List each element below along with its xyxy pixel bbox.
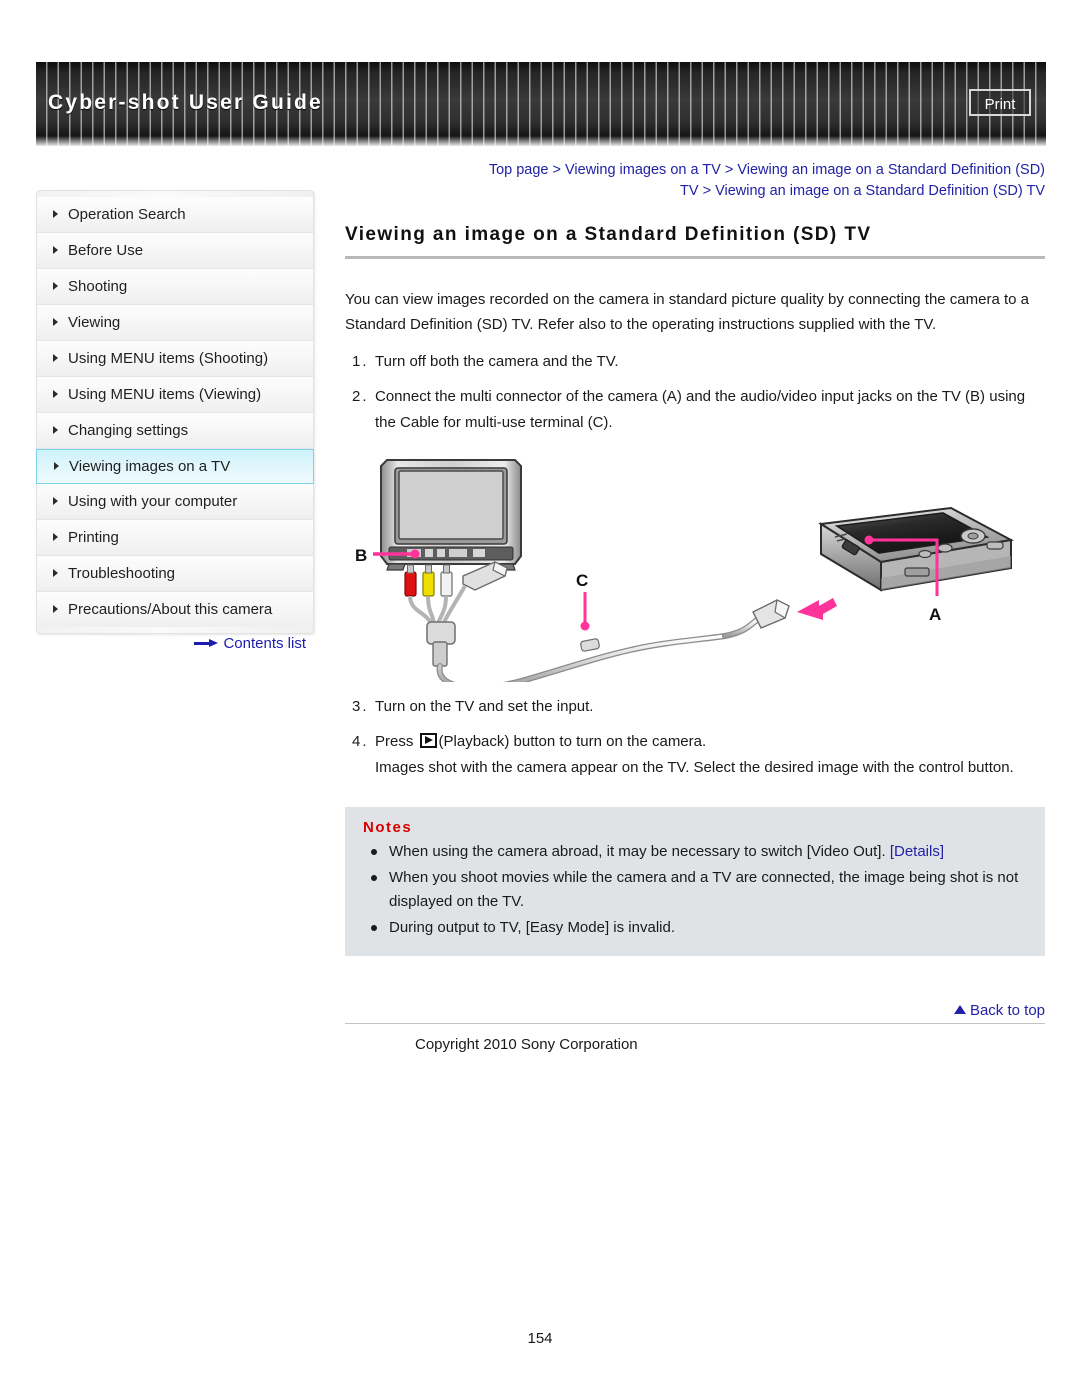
triangle-right-icon	[53, 354, 58, 363]
sidebar-item-label: Using MENU items (Shooting)	[68, 350, 269, 367]
playback-button-icon	[419, 732, 437, 748]
copyright-text: Copyright 2010 Sony Corporation	[415, 1036, 638, 1053]
bullet-dot-icon	[371, 875, 377, 881]
notes-title: Notes	[363, 819, 413, 836]
step-number: 3.	[352, 698, 369, 715]
label-a: A	[929, 605, 941, 624]
bullet-dot-icon	[371, 925, 377, 931]
triangle-right-icon	[53, 497, 58, 506]
step-item: 4. Press (Playback) button to turn on th…	[345, 729, 1045, 781]
sidebar-item-label: Changing settings	[68, 422, 189, 439]
triangle-right-icon	[53, 533, 58, 542]
page-header: Cyber-shot User Guide Print	[36, 62, 1046, 146]
camera-illustration	[797, 506, 1015, 620]
sidebar-item-label: Operation Search	[68, 206, 186, 223]
sidebar-item-label: Using with your computer	[68, 493, 238, 510]
sidebar-item-label: Using MENU items (Viewing)	[68, 386, 262, 403]
note-text: During output to TV, [Easy Mode] is inva…	[389, 919, 675, 936]
triangle-right-icon	[53, 569, 58, 578]
step-item: 3. Turn on the TV and set the input.	[345, 694, 1045, 720]
sidebar-item-precautions-about-this-camera[interactable]: Precautions/About this camera	[37, 592, 313, 627]
note-item: When you shoot movies while the camera a…	[363, 866, 1027, 914]
main-content: Top page > Viewing images on a TV > View…	[345, 160, 1045, 1053]
page-title: Viewing an image on a Standard Definitio…	[345, 224, 1045, 259]
sidebar-item-using-menu-items-shooting[interactable]: Using MENU items (Shooting)	[37, 341, 313, 377]
step-number: 4.	[352, 733, 369, 750]
steps-list-continued: 3. Turn on the TV and set the input. 4. …	[345, 694, 1045, 781]
app-title: Cyber-shot User Guide	[48, 91, 323, 114]
triangle-right-icon	[53, 210, 58, 219]
note-text: When you shoot movies while the camera a…	[389, 869, 1019, 910]
print-button[interactable]: Print	[969, 89, 1031, 116]
arrow-right-icon	[194, 638, 219, 648]
sidebar-item-printing[interactable]: Printing	[37, 520, 313, 556]
sidebar-item-shooting[interactable]: Shooting	[37, 269, 313, 305]
step-text: Press (Playback) button to turn on the c…	[375, 729, 1045, 781]
step-number: 1.	[352, 353, 369, 370]
av-cable	[436, 599, 790, 691]
page-number: 154	[527, 1330, 553, 1347]
sidebar-item-changing-settings[interactable]: Changing settings	[37, 413, 313, 449]
triangle-right-icon	[54, 462, 59, 471]
callout-c: C	[576, 571, 590, 631]
sidebar-item-using-with-your-computer[interactable]: Using with your computer	[37, 484, 313, 520]
triangle-right-icon	[53, 318, 58, 327]
contents-list-label: Contents list	[223, 635, 306, 652]
step4-detail: Images shot with the camera appear on th…	[375, 759, 1014, 776]
sidebar-item-label: Printing	[68, 529, 119, 546]
step-item: 1. Turn off both the camera and the TV.	[345, 349, 1045, 375]
contents-list-link[interactable]: Contents list	[36, 635, 314, 652]
step-text: Turn off both the camera and the TV.	[375, 353, 619, 370]
triangle-right-icon	[53, 282, 58, 291]
connection-diagram-svg: B C A	[355, 459, 1015, 691]
step-item: 2. Connect the multi connector of the ca…	[345, 384, 1045, 436]
sidebar-nav: Operation Search Before Use Shooting Vie…	[36, 190, 314, 634]
sidebar-item-troubleshooting[interactable]: Troubleshooting	[37, 556, 313, 592]
step-number: 2.	[352, 388, 369, 405]
connection-diagram: B C A	[345, 444, 1045, 691]
sidebar-item-label: Shooting	[68, 278, 128, 295]
sidebar-item-label: Before Use	[68, 242, 144, 259]
notes-box: Notes When using the camera abroad, it m…	[345, 807, 1045, 956]
sidebar-item-label: Precautions/About this camera	[68, 601, 273, 618]
details-link[interactable]: [Details]	[890, 843, 944, 860]
footer-divider	[345, 1023, 1045, 1024]
back-to-top-link[interactable]: Back to top	[345, 1002, 1045, 1019]
triangle-right-icon	[53, 426, 58, 435]
step-text: Connect the multi connector of the camer…	[375, 388, 1026, 431]
triangle-right-icon	[53, 605, 58, 614]
breadcrumb-line-1: Top page > Viewing images on a TV > View…	[488, 162, 1045, 178]
step-text: Turn on the TV and set the input.	[375, 698, 594, 715]
note-item: During output to TV, [Easy Mode] is inva…	[363, 916, 1027, 940]
sidebar-item-operation-search[interactable]: Operation Search	[37, 197, 313, 233]
breadcrumb[interactable]: Top page > Viewing images on a TV > View…	[345, 160, 1045, 202]
breadcrumb-line-2: TV > Viewing an image on a Standard Defi…	[680, 183, 1045, 199]
intro-paragraph: You can view images recorded on the came…	[345, 291, 1030, 333]
sidebar-item-viewing[interactable]: Viewing	[37, 305, 313, 341]
triangle-right-icon	[53, 246, 58, 255]
sidebar-item-label: Troubleshooting	[68, 565, 176, 582]
sidebar-item-viewing-images-on-a-tv[interactable]: Viewing images on a TV	[36, 449, 314, 484]
note-text: When using the camera abroad, it may be …	[389, 843, 886, 860]
steps-list: 1. Turn off both the camera and the TV. …	[345, 349, 1045, 436]
bullet-dot-icon	[371, 849, 377, 855]
back-to-top-label: Back to top	[969, 1002, 1045, 1019]
label-b: B	[355, 546, 367, 565]
sidebar-item-label: Viewing images on a TV	[69, 458, 231, 475]
av-plugs	[404, 561, 508, 667]
note-item: When using the camera abroad, it may be …	[363, 840, 1027, 864]
step4-text-before: Press	[375, 733, 414, 750]
sidebar-item-label: Viewing	[68, 314, 121, 331]
triangle-up-icon	[953, 1004, 966, 1014]
triangle-right-icon	[53, 390, 58, 399]
step4-text-after: (Playback) button to turn on the camera.	[438, 733, 707, 750]
sidebar-item-before-use[interactable]: Before Use	[37, 233, 313, 269]
sidebar-item-using-menu-items-viewing[interactable]: Using MENU items (Viewing)	[37, 377, 313, 413]
label-c: C	[576, 571, 588, 590]
